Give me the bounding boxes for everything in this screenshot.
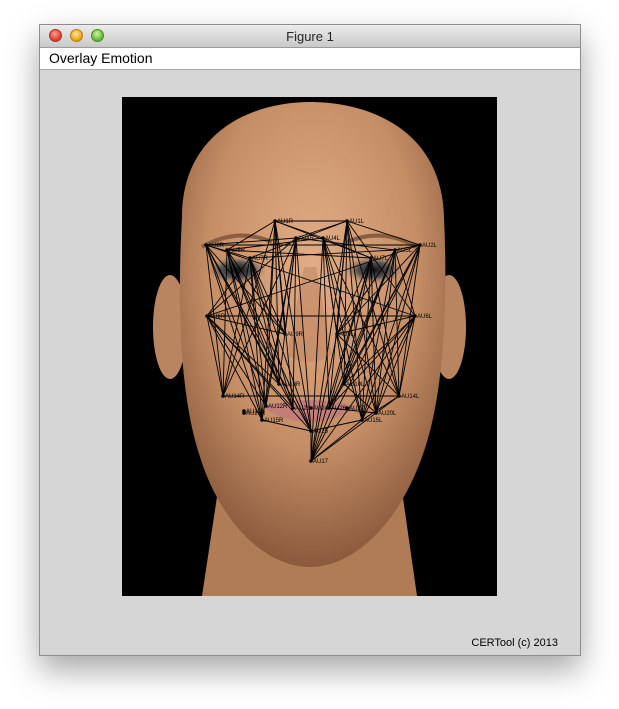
window-title: Figure 1	[286, 29, 334, 44]
au-label-au20r: AU20R	[246, 411, 266, 417]
au-label-au25: AU25	[313, 429, 329, 435]
au-label-au26: AU26	[331, 406, 347, 412]
figure-window: Figure 1 Overlay Emotion AU1R AU1L AU4R …	[39, 24, 581, 656]
au-label-au2l: AU2L	[422, 243, 438, 249]
au-label-au6r: AU6R	[209, 314, 226, 320]
au-label-au24: AU24	[313, 406, 329, 412]
au-label-au4r: AU4R	[298, 236, 315, 242]
au-label-au1l: AU1L	[349, 219, 365, 225]
face-image-axes: AU1R AU1L AU4R AU4L AU2R AU2L AU5R AU5L AU7R AU7L…	[122, 97, 497, 596]
au-label-au5r: AU5R	[229, 248, 246, 254]
au-label-au15r: AU15R	[264, 418, 284, 424]
menu-overlay-emotion[interactable]: Overlay Emotion	[49, 50, 152, 66]
menu-bar: Overlay Emotion	[40, 48, 580, 70]
face-art	[153, 102, 466, 596]
au-label-au14l: AU14L	[401, 394, 420, 400]
au-label-au5l: AU5L	[397, 248, 413, 254]
au-label-au6l: AU6L	[417, 314, 433, 320]
au-label-au1r: AU1R	[277, 219, 294, 225]
au-label-au23: AU23	[295, 406, 311, 412]
au-label-au17: AU17	[313, 459, 329, 465]
au-label-au15l: AU15L	[364, 418, 383, 424]
au-label-au20l: AU20L	[378, 411, 397, 417]
au-label-au12r: AU12R	[268, 404, 288, 410]
title-bar[interactable]: Figure 1	[40, 25, 580, 48]
face-overlay-graphic: AU1R AU1L AU4R AU4L AU2R AU2L AU5R AU5L AU7R AU7L…	[153, 102, 466, 596]
au-label-au10r: AU10R	[281, 382, 301, 388]
au-label-au9l: AU9L	[339, 332, 355, 338]
au-label-au7l: AU7L	[373, 256, 389, 262]
au-label-au2r: AU2R	[208, 243, 225, 249]
au-label-au14r: AU14R	[225, 394, 245, 400]
copyright-label: CERTool (c) 2013	[471, 637, 558, 649]
au-label-au4l: AU4L	[325, 236, 341, 242]
au-label-au7r: AU7R	[252, 256, 269, 262]
au-label-au9r: AU9R	[287, 332, 304, 338]
au-label-au10l: AU10L	[346, 382, 365, 388]
au-label-au27: AU27	[349, 406, 365, 412]
